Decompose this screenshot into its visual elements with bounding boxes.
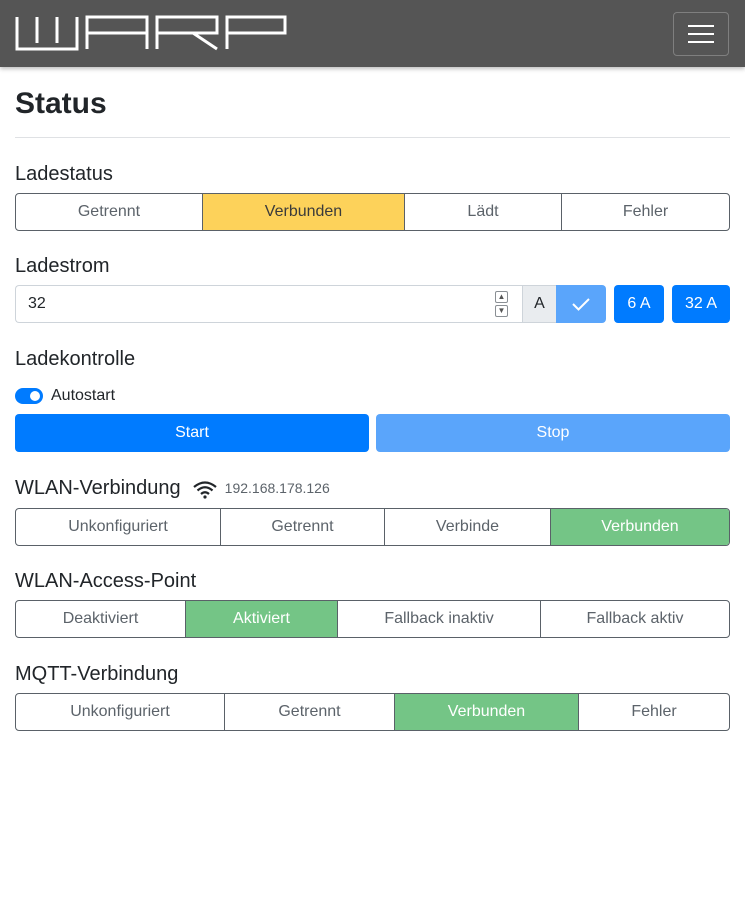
wlan-unkonfiguriert[interactable]: Unkonfiguriert: [16, 509, 220, 545]
ladestrom-unit: A: [522, 285, 557, 323]
ladekontrolle-title: Ladekontrolle: [15, 348, 136, 370]
ladestatus-getrennt[interactable]: Getrennt: [16, 194, 202, 230]
ladestatus-group: Getrennt Verbunden Lädt Fehler: [15, 193, 730, 231]
ap-fallback-aktiv[interactable]: Fallback aktiv: [540, 601, 729, 637]
navbar: [0, 0, 745, 67]
ap-group: Deaktiviert Aktiviert Fallback inaktiv F…: [15, 600, 730, 638]
mqtt-title: MQTT-Verbindung: [15, 663, 179, 685]
ap-aktiviert[interactable]: Aktiviert: [185, 601, 337, 637]
page-title: Status: [15, 87, 107, 120]
preset-6a-button[interactable]: 6 A: [614, 285, 664, 323]
preset-32a-button[interactable]: 32 A: [672, 285, 730, 323]
autostart-label: Autostart: [51, 387, 116, 404]
check-icon: [572, 298, 590, 311]
ladestrom-title: Ladestrom: [15, 255, 110, 277]
mqtt-verbunden[interactable]: Verbunden: [394, 694, 578, 730]
ladestrom-input[interactable]: 32: [15, 285, 522, 323]
title-divider: [15, 137, 730, 138]
wlan-ip-address: 192.168.178.126: [224, 480, 330, 496]
hamburger-menu-icon: [688, 25, 714, 43]
ladestatus-laedt[interactable]: Lädt: [404, 194, 561, 230]
ladestatus-fehler[interactable]: Fehler: [561, 194, 729, 230]
ladestrom-confirm-button[interactable]: [556, 285, 606, 323]
ap-fallback-inaktiv[interactable]: Fallback inaktiv: [337, 601, 540, 637]
mqtt-fehler[interactable]: Fehler: [578, 694, 729, 730]
mqtt-unkonfiguriert[interactable]: Unkonfiguriert: [16, 694, 224, 730]
wlan-getrennt[interactable]: Getrennt: [220, 509, 384, 545]
menu-toggle-button[interactable]: [673, 12, 729, 56]
autostart-switch[interactable]: [15, 388, 43, 404]
mqtt-getrennt[interactable]: Getrennt: [224, 694, 394, 730]
start-button[interactable]: Start: [15, 414, 369, 452]
stop-button[interactable]: Stop: [376, 414, 730, 452]
number-spinner[interactable]: ▲ ▼: [495, 291, 509, 317]
wlan-verbunden[interactable]: Verbunden: [550, 509, 729, 545]
ladestatus-title: Ladestatus: [15, 163, 113, 185]
wlan-group: Unkonfiguriert Getrennt Verbinde Verbund…: [15, 508, 730, 546]
ladestrom-input-row: 32 ▲ ▼ A 6 A 32 A: [15, 285, 730, 323]
wlan-verbinde[interactable]: Verbinde: [384, 509, 550, 545]
spin-down-icon[interactable]: ▼: [495, 305, 508, 317]
spin-up-icon[interactable]: ▲: [495, 291, 508, 303]
ap-deaktiviert[interactable]: Deaktiviert: [16, 601, 185, 637]
ladestatus-verbunden[interactable]: Verbunden: [202, 194, 404, 230]
warp-logo[interactable]: [15, 15, 287, 56]
mqtt-group: Unkonfiguriert Getrennt Verbunden Fehler: [15, 693, 730, 731]
wlan-header: WLAN-Verbindung 192.168.178.126: [15, 476, 330, 500]
ap-title: WLAN-Access-Point: [15, 570, 197, 592]
wlan-title: WLAN-Verbindung: [15, 477, 181, 499]
autostart-row: Autostart: [15, 386, 115, 406]
wifi-icon: [192, 480, 217, 499]
